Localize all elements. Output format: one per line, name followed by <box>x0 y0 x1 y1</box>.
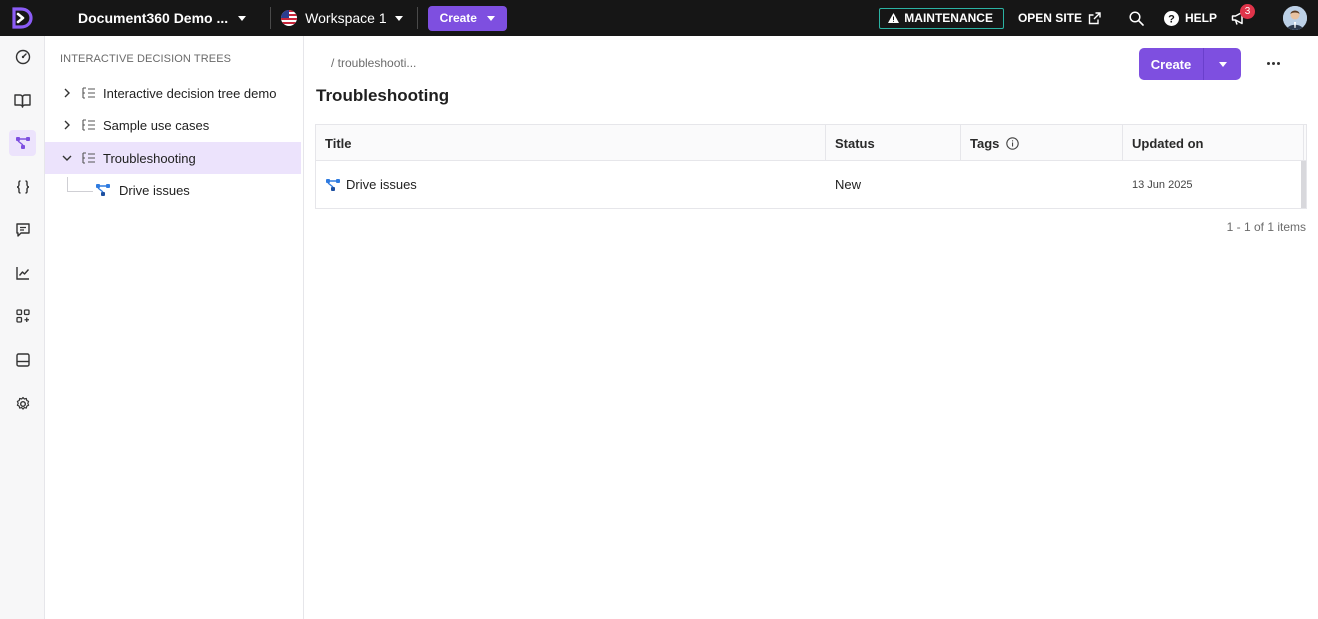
search-icon[interactable] <box>1129 10 1144 26</box>
project-selector[interactable]: Document360 Demo ... <box>78 10 247 26</box>
notification-badge: 3 <box>1240 3 1255 19</box>
announcements-button[interactable]: 3 <box>1231 3 1255 26</box>
avatar[interactable] <box>1283 6 1307 30</box>
column-header-updated-on[interactable]: Updated on <box>1123 125 1304 161</box>
decision-tree-icon <box>15 137 30 149</box>
us-flag-icon <box>281 10 298 26</box>
rail-api-documentation[interactable] <box>9 174 36 200</box>
column-header-title[interactable]: Title <box>316 125 826 161</box>
chevron-down-icon <box>238 15 247 21</box>
create-top-button[interactable]: Create <box>427 5 507 31</box>
warning-icon <box>888 13 900 23</box>
chevron-down-icon[interactable] <box>61 154 73 162</box>
decision-tree-navigation: INTERACTIVE DECISION TREES Interactive d… <box>45 36 304 619</box>
page-title: Troubleshooting <box>316 86 450 105</box>
create-button[interactable]: Create <box>1139 48 1204 80</box>
tree-heading: INTERACTIVE DECISION TREES <box>60 53 232 65</box>
info-icon[interactable] <box>1006 136 1020 150</box>
widgets-icon <box>15 309 30 323</box>
decision-tree-table: Title Status Tags Updated on Drive issue… <box>315 124 1307 209</box>
more-options-button[interactable] <box>1262 52 1284 74</box>
main-content: / troubleshooti... Troubleshooting Creat… <box>304 36 1318 619</box>
category-list-icon <box>82 87 96 99</box>
column-header-tags[interactable]: Tags <box>961 125 1123 161</box>
create-top-label: Create <box>439 11 477 25</box>
tree-item-label: Interactive decision tree demo <box>103 85 277 101</box>
more-dots-icon <box>1266 61 1270 65</box>
cell-tags <box>961 161 1123 208</box>
open-site-label: OPEN SITE <box>1017 11 1082 25</box>
svg-text:?: ? <box>1168 13 1175 25</box>
tree-item-drive-issues[interactable]: Drive issues <box>95 174 301 206</box>
category-list-icon <box>82 152 96 164</box>
chevron-down-icon <box>486 15 495 21</box>
chevron-right-icon[interactable] <box>61 120 73 130</box>
cell-updated-on: 13 Jun 2025 <box>1132 178 1193 191</box>
layout-icon <box>15 353 30 367</box>
column-header-status[interactable]: Status <box>826 125 961 161</box>
dashboard-icon <box>15 49 30 65</box>
decision-tree-icon <box>95 183 111 197</box>
category-list-icon <box>82 119 96 131</box>
tree-item-label: Troubleshooting <box>103 150 196 166</box>
top-bar-actions: MAINTENANCE OPEN SITE ? HELP 3 <box>879 0 1318 36</box>
chevron-down-icon <box>1218 61 1227 67</box>
rail-feedback[interactable] <box>9 217 36 243</box>
workspace-name: Workspace 1 <box>305 10 387 26</box>
document360-logo-icon[interactable] <box>0 0 44 36</box>
table-scrollbar[interactable] <box>1301 161 1306 208</box>
rail-settings[interactable] <box>9 391 36 417</box>
create-split-button: Create <box>1139 48 1241 80</box>
chevron-right-icon[interactable] <box>61 88 73 98</box>
analytics-icon <box>15 267 29 280</box>
tree-item-sample-use-cases[interactable]: Sample use cases <box>45 109 301 141</box>
maintenance-label: MAINTENANCE <box>904 11 993 25</box>
tree-connector-line <box>67 177 93 192</box>
rail-widgets[interactable] <box>9 347 36 373</box>
external-link-icon <box>1088 11 1101 24</box>
open-site-link[interactable]: OPEN SITE <box>1018 11 1101 25</box>
rail-knowledge-base[interactable] <box>9 87 36 113</box>
rail-analytics[interactable] <box>9 260 36 286</box>
tree-item-label: Drive issues <box>119 182 190 198</box>
chevron-down-icon <box>394 15 403 21</box>
help-button[interactable]: ? HELP <box>1163 10 1217 26</box>
help-label: HELP <box>1184 11 1217 25</box>
feedback-icon <box>15 223 30 237</box>
curly-braces-icon <box>16 180 29 194</box>
left-icon-rail <box>0 36 45 619</box>
cell-status: New <box>835 177 862 192</box>
rail-decision-trees[interactable] <box>9 130 36 156</box>
book-icon <box>14 93 31 108</box>
settings-icon <box>16 396 29 410</box>
workspace-selector[interactable]: Workspace 1 <box>281 10 403 26</box>
cell-title-text[interactable]: Drive issues <box>346 177 417 192</box>
breadcrumb[interactable]: / troubleshooti... <box>331 56 416 70</box>
table-row[interactable]: Drive issues New 13 Jun 2025 <box>316 161 1306 208</box>
top-bar: Document360 Demo ... Workspace 1 Create <box>0 0 1318 36</box>
project-name: Document360 Demo ... <box>78 10 229 26</box>
maintenance-button[interactable]: MAINTENANCE <box>879 7 1004 29</box>
divider <box>270 7 272 29</box>
rail-integrations[interactable] <box>9 303 36 329</box>
create-dropdown-button[interactable] <box>1204 48 1241 80</box>
tree-item-label: Sample use cases <box>103 117 210 133</box>
help-circle-icon: ? <box>1163 10 1179 26</box>
column-header-tags-label: Tags <box>970 135 1000 151</box>
pagination-info: 1 - 1 of 1 items <box>1226 220 1306 234</box>
cell-title[interactable]: Drive issues <box>316 161 826 208</box>
decision-tree-icon <box>325 178 341 192</box>
tree-item-interactive-decision-tree-demo[interactable]: Interactive decision tree demo <box>45 77 301 109</box>
divider <box>416 7 418 29</box>
tree-item-troubleshooting[interactable]: Troubleshooting <box>45 142 301 174</box>
user-avatar-icon <box>1283 6 1307 30</box>
table-header: Title Status Tags Updated on <box>316 125 1306 161</box>
rail-dashboard[interactable] <box>9 44 36 70</box>
